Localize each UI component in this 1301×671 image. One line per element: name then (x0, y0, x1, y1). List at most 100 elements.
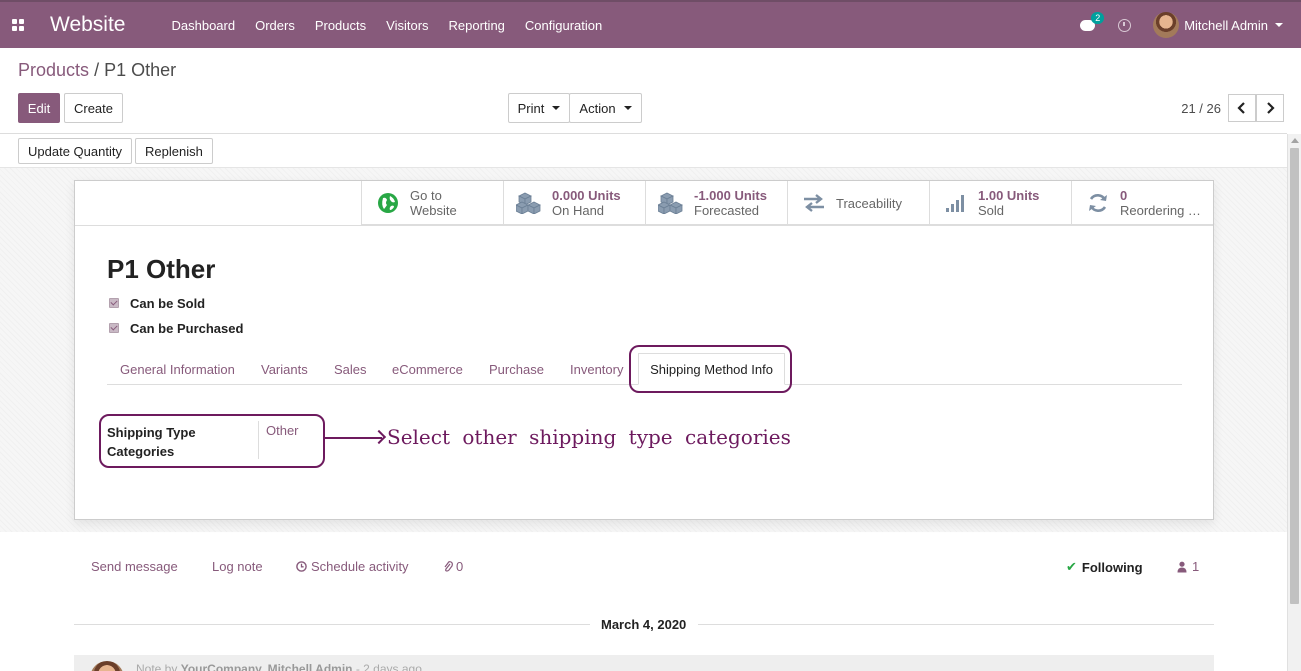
following-label: Following (1081, 559, 1143, 575)
messages-badge: 2 (1091, 12, 1105, 24)
chevron-right-icon (1267, 102, 1275, 114)
attachments-button[interactable]: 0 (443, 559, 463, 574)
caret-down-icon (623, 106, 632, 110)
tab-sales[interactable]: Sales (334, 362, 367, 377)
menu-orders[interactable]: Orders (255, 18, 295, 33)
refresh-icon (1084, 191, 1112, 215)
smart-button-traceability[interactable]: Traceability (787, 181, 929, 225)
product-name: P1 Other (107, 254, 216, 284)
date-separator-line (698, 624, 1214, 625)
can-be-sold-label: Can be Sold (130, 296, 206, 311)
smart-button-label: Go to (410, 188, 442, 203)
following-button[interactable]: ✔ Following (1066, 559, 1143, 575)
smart-button-label: Reordering … (1120, 203, 1201, 218)
annotation-highlight-tab (629, 345, 792, 393)
smart-button-label: Website (410, 203, 457, 218)
smart-button-reordering[interactable]: 0 Reordering … (1071, 181, 1213, 225)
forecasted-value: -1.000 Units (694, 188, 767, 203)
menu-configuration[interactable]: Configuration (525, 18, 602, 33)
clock-icon (296, 561, 307, 572)
can-be-purchased-checkbox[interactable] (109, 323, 119, 333)
replenish-button[interactable]: Replenish (135, 138, 213, 164)
smart-button-forecasted[interactable]: -1.000 Units Forecasted (645, 181, 787, 225)
divider (75, 225, 1213, 226)
globe-icon (374, 191, 402, 215)
pager-previous-button[interactable] (1228, 94, 1256, 122)
message-prefix: Note by (136, 662, 181, 671)
can-be-sold-checkbox[interactable] (109, 298, 119, 308)
form-sheet: Go to Website 0.000 Units On Hand -1.000… (74, 180, 1214, 520)
menu-products[interactable]: Products (315, 18, 366, 33)
smart-button-website[interactable]: Go to Website (361, 181, 503, 225)
breadcrumb-separator: / (94, 60, 100, 80)
user-menu-name[interactable]: Mitchell Admin (1184, 18, 1268, 33)
message-time: - 2 days ago (352, 662, 422, 671)
schedule-activity-button[interactable]: Schedule activity (296, 559, 409, 574)
reordering-value: 0 (1120, 188, 1128, 203)
smart-button-sold[interactable]: 1.00 Units Sold (929, 181, 1071, 225)
print-button[interactable]: Print (508, 93, 570, 123)
message-author[interactable]: YourCompany, Mitchell Admin (181, 662, 353, 671)
app-title[interactable]: Website (50, 13, 125, 37)
action-label: Action (579, 100, 616, 116)
messages-icon[interactable]: 2 (1080, 12, 1105, 32)
tab-ecommerce[interactable]: eCommerce (392, 362, 463, 377)
smart-button-label: Traceability (836, 195, 902, 211)
pager-next-button[interactable] (1256, 94, 1284, 122)
annotation-text: Select other shipping type categories (387, 425, 791, 449)
date-separator-line (74, 624, 590, 625)
caret-down-icon (552, 106, 561, 110)
breadcrumb: Products / P1 Other (18, 60, 176, 81)
smart-button-label: On Hand (552, 203, 605, 218)
tab-variants[interactable]: Variants (261, 362, 308, 377)
create-button[interactable]: Create (64, 93, 123, 123)
cubes-icon (516, 191, 544, 215)
activity-clock-icon[interactable] (1118, 18, 1132, 32)
paperclip-icon (444, 560, 453, 572)
send-message-button[interactable]: Send message (91, 559, 178, 574)
print-label: Print (517, 100, 545, 116)
message-author-avatar[interactable] (90, 661, 124, 671)
chatter-message: Note by YourCompany, Mitchell Admin - 2 … (74, 655, 1214, 671)
scrollbar-thumb[interactable] (1290, 148, 1299, 604)
smart-button-label: Forecasted (694, 203, 760, 218)
on-hand-value: 0.000 Units (552, 188, 621, 203)
edit-button[interactable]: Edit (18, 93, 60, 123)
message-header: Note by YourCompany, Mitchell Admin - 2 … (136, 662, 422, 671)
cubes-icon (658, 191, 686, 215)
smart-button-label: Sold (978, 203, 1005, 218)
schedule-activity-label: Schedule activity (311, 559, 409, 574)
followers-count: 1 (1192, 559, 1200, 574)
tab-inventory[interactable]: Inventory (570, 362, 623, 377)
attachments-count: 0 (456, 559, 464, 574)
annotation-highlight-field (99, 414, 325, 468)
divider (0, 133, 1287, 134)
apps-menu-icon[interactable] (0, 2, 36, 48)
scroll-up-arrow-icon[interactable] (1291, 138, 1299, 143)
chevron-down-icon[interactable] (1275, 23, 1283, 27)
user-avatar[interactable] (1153, 12, 1180, 38)
check-icon: ✔ (1066, 559, 1077, 574)
menu-reporting[interactable]: Reporting (449, 18, 505, 33)
can-be-purchased-label: Can be Purchased (130, 321, 244, 336)
smart-button-on-hand[interactable]: 0.000 Units On Hand (503, 181, 645, 225)
tab-purchase[interactable]: Purchase (489, 362, 544, 377)
signal-icon (942, 191, 970, 215)
top-navbar: Website Dashboard Orders Products Visito… (0, 0, 1301, 48)
tab-general-information[interactable]: General Information (120, 362, 235, 377)
pager-value[interactable]: 21 / 26 (1181, 101, 1221, 116)
user-icon (1177, 561, 1187, 572)
update-quantity-button[interactable]: Update Quantity (18, 138, 132, 164)
breadcrumb-current: P1 Other (104, 60, 177, 80)
date-separator-label: March 4, 2020 (601, 617, 687, 632)
menu-dashboard[interactable]: Dashboard (171, 18, 235, 33)
breadcrumb-products[interactable]: Products (18, 60, 89, 80)
sold-value: 1.00 Units (978, 188, 1040, 203)
log-note-button[interactable]: Log note (212, 559, 263, 574)
smart-buttons: Go to Website 0.000 Units On Hand -1.000… (361, 181, 1213, 225)
chevron-left-icon (1237, 102, 1245, 114)
followers-button[interactable]: 1 (1177, 559, 1199, 574)
action-button[interactable]: Action (569, 93, 642, 123)
vertical-scrollbar[interactable] (1287, 134, 1301, 671)
menu-visitors[interactable]: Visitors (386, 18, 428, 33)
